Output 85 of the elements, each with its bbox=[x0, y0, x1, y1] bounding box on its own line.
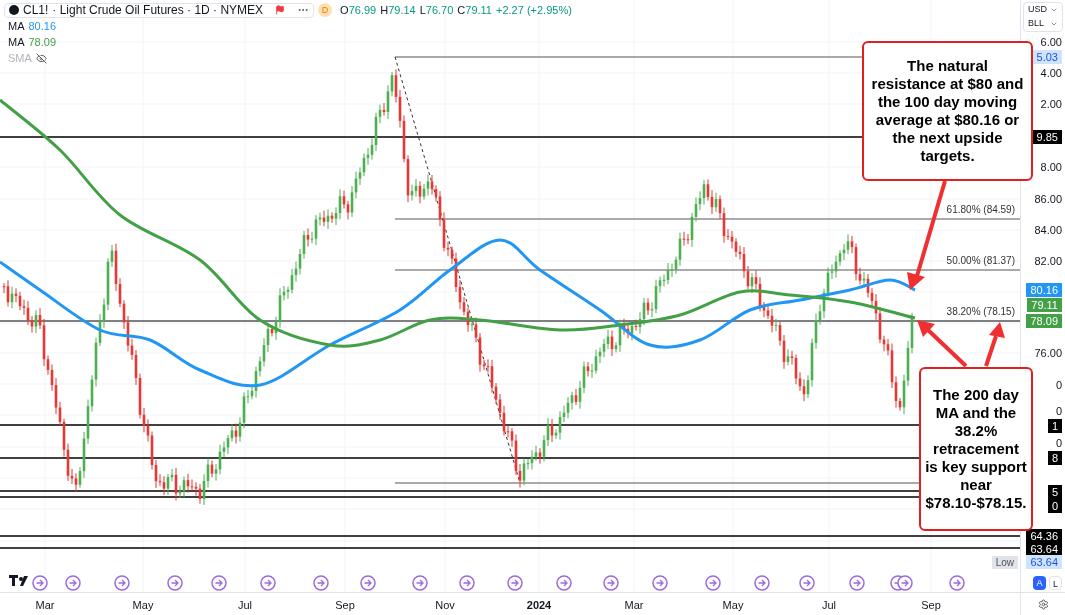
time-label: Sep bbox=[921, 598, 941, 613]
price-label: 63.64 bbox=[1026, 542, 1062, 556]
price-label: 78.09 bbox=[1026, 314, 1062, 328]
low-marker: Low bbox=[991, 556, 1018, 569]
time-label: 2024 bbox=[526, 598, 552, 613]
arrow-circle-icon[interactable] bbox=[603, 575, 619, 591]
arrow bbox=[984, 322, 1005, 367]
symbol-logo-icon bbox=[9, 5, 19, 16]
ohlc-value: L76.70 bbox=[419, 3, 454, 18]
scale-button[interactable]: A bbox=[1033, 576, 1046, 590]
time-label: Nov bbox=[435, 598, 455, 613]
ohlc-value: O76.99 bbox=[340, 3, 377, 18]
arrow-circle-icon[interactable] bbox=[507, 575, 523, 591]
time-label: Mar bbox=[35, 598, 55, 613]
arrow-circle-icon[interactable] bbox=[260, 575, 276, 591]
indicator-name: MA bbox=[8, 19, 25, 35]
chart-title: · Light Crude Oil Futures · 1D · NYMEX bbox=[52, 2, 264, 20]
price-label: 63.64 bbox=[1026, 555, 1062, 569]
arrow bbox=[917, 320, 968, 368]
hidden-eye-icon[interactable] bbox=[35, 53, 47, 64]
arrow-circle-icon[interactable] bbox=[754, 575, 770, 591]
arrow-circle-icon[interactable] bbox=[799, 575, 815, 591]
arrow-circle-icon[interactable] bbox=[459, 575, 475, 591]
price-label: 1 bbox=[1047, 419, 1062, 433]
currency-menu[interactable]: USD BLL bbox=[1023, 2, 1063, 32]
price-label: 79.11 bbox=[1027, 298, 1062, 312]
unit-label: USD bbox=[1028, 3, 1047, 17]
arrow-circle-icon[interactable] bbox=[313, 575, 329, 591]
settings-icon[interactable] bbox=[1037, 598, 1049, 610]
price-label: 9.85 bbox=[1032, 130, 1062, 144]
price-label: 2.00 bbox=[1040, 97, 1062, 111]
callout-text: The 200 day MA and the 38.2% retracement is key support near $78.10-$78.15. bbox=[925, 386, 1027, 512]
arrow-circle-icon[interactable] bbox=[114, 575, 130, 591]
unit-label: BLL bbox=[1028, 17, 1044, 31]
arrow-circle-icon[interactable] bbox=[360, 575, 376, 591]
price-label: 0 bbox=[1055, 378, 1062, 392]
time-label: May bbox=[722, 598, 744, 613]
arrow-circle-icon[interactable] bbox=[949, 575, 965, 591]
price-label: 0 bbox=[1055, 404, 1062, 418]
time-label: Mar bbox=[624, 598, 644, 613]
arrow-circle-icon[interactable] bbox=[705, 575, 721, 591]
ohlc-value: H79.14 bbox=[380, 3, 416, 18]
indicator-name: MA bbox=[8, 35, 25, 51]
price-label: 80.16 bbox=[1026, 283, 1062, 297]
interval-badge: D bbox=[318, 3, 333, 18]
price-label: 76.00 bbox=[1034, 346, 1062, 360]
flag-icon[interactable] bbox=[275, 5, 286, 16]
price-label: 0 bbox=[1055, 436, 1062, 450]
arrow-circle-icon[interactable] bbox=[211, 575, 227, 591]
price-change: +2.27 (+2.95%) bbox=[496, 3, 572, 18]
arrow-circle-icon[interactable] bbox=[167, 575, 183, 591]
time-label: Jul bbox=[821, 598, 837, 613]
arrow-circle-icon[interactable] bbox=[652, 575, 668, 591]
price-label: 64.36 bbox=[1026, 529, 1062, 543]
indicator-value: 80.16 bbox=[28, 19, 57, 35]
arrow-circle-icon[interactable] bbox=[556, 575, 572, 591]
price-label: 5.03 bbox=[1032, 50, 1062, 64]
arrow-circle-icon[interactable] bbox=[897, 575, 913, 591]
price-label: 82.00 bbox=[1034, 254, 1062, 268]
arrow-circle-icon[interactable] bbox=[412, 575, 428, 591]
fibonacci-label: 38.20% (78.15) bbox=[946, 306, 1015, 318]
time-label: May bbox=[132, 598, 154, 613]
indicator-value: 78.09 bbox=[28, 35, 57, 51]
price-label: 8 bbox=[1047, 451, 1062, 465]
price-label: 5 bbox=[1047, 485, 1062, 499]
price-label: 84.00 bbox=[1034, 223, 1062, 237]
fibonacci-label: 61.80% (84.59) bbox=[946, 204, 1015, 216]
fibonacci-label: 50.00% (81.37) bbox=[946, 255, 1015, 267]
price-label: 86.00 bbox=[1034, 192, 1062, 206]
price-label: 6.00 bbox=[1040, 35, 1062, 49]
symbol-header[interactable]: CL1! · Light Crude Oil Futures · 1D · NYMEX bbox=[4, 2, 315, 18]
arrow-circle-icon[interactable] bbox=[32, 575, 48, 591]
arrow-circle-icon[interactable] bbox=[849, 575, 865, 591]
callout-text: The natural resistance at $80 and the 100 day moving average at $80.16 or the next upside targets. bbox=[870, 57, 1025, 165]
indicator-name: SMA bbox=[8, 51, 32, 67]
price-label: 4.00 bbox=[1040, 66, 1062, 80]
time-label: Sep bbox=[335, 598, 355, 613]
time-label: Jul bbox=[237, 598, 253, 613]
logo-icon[interactable] bbox=[9, 575, 28, 586]
symbol-name: CL1! bbox=[23, 2, 49, 20]
price-label: 8.00 bbox=[1040, 160, 1062, 174]
scale-button[interactable]: L bbox=[1049, 576, 1062, 590]
arrow-circle-icon[interactable] bbox=[65, 575, 81, 591]
ohlc-value: C79.11 bbox=[457, 3, 492, 18]
price-label: 0 bbox=[1047, 499, 1062, 513]
